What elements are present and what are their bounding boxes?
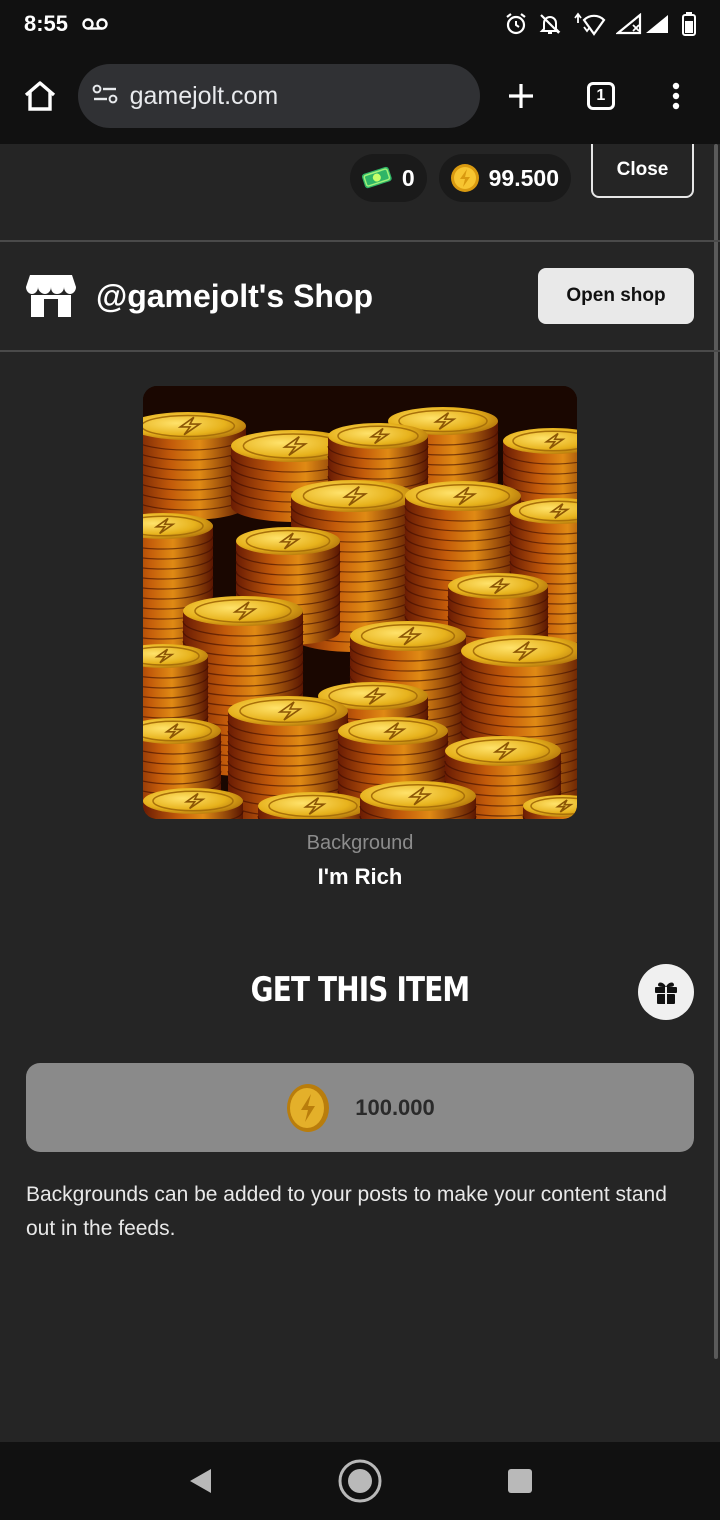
item-description: Backgrounds can be added to your posts t… — [26, 1183, 667, 1240]
battery-icon — [682, 12, 696, 36]
item-name: I'm Rich — [317, 864, 403, 889]
home-nav-button[interactable] — [330, 1451, 390, 1511]
url-text: gamejolt.com — [129, 81, 279, 110]
home-icon — [24, 81, 55, 111]
coin-icon — [450, 164, 479, 192]
gift-button[interactable] — [638, 964, 694, 1020]
coin-icon — [287, 1083, 330, 1132]
divider — [0, 350, 720, 352]
recents-icon — [508, 1469, 532, 1493]
navigation-bar — [0, 1442, 720, 1520]
shop-item-page: 0 99.500 Close @gamejolt's Shop Open sho… — [0, 144, 720, 1442]
status-time: 8:55 — [24, 11, 69, 36]
recents-button[interactable] — [490, 1451, 550, 1511]
joltbux-balance: 0 — [349, 154, 427, 202]
tabs-icon: 1 — [586, 82, 615, 110]
wifi-icon — [572, 12, 606, 36]
back-icon — [190, 1469, 211, 1493]
plus-icon — [509, 84, 534, 108]
shop-header: @gamejolt's Shop Open shop — [0, 242, 720, 350]
coin-amount: 99.500 — [488, 164, 559, 191]
tabs-button[interactable]: 1 — [577, 72, 624, 120]
coin-stacks-artwork — [143, 386, 577, 819]
store-icon — [26, 275, 76, 317]
price-amount: 100.000 — [355, 1094, 435, 1120]
close-button[interactable]: Close — [591, 144, 694, 198]
notifications-off-icon — [538, 12, 562, 36]
joltbux-amount: 0 — [401, 164, 415, 191]
new-tab-button[interactable] — [498, 72, 545, 120]
home-button[interactable] — [20, 76, 60, 116]
back-button[interactable] — [170, 1451, 230, 1511]
purchase-button[interactable]: 100.000 — [26, 1063, 694, 1152]
open-shop-button[interactable]: Open shop — [538, 268, 694, 324]
coin-balance: 99.500 — [438, 154, 571, 202]
joltbux-icon — [361, 166, 392, 189]
item-type: Background — [306, 832, 414, 854]
item-preview-image — [143, 386, 577, 819]
gift-icon — [655, 982, 677, 1004]
voicemail-icon — [82, 17, 108, 31]
signal-icon — [616, 13, 672, 35]
get-item-heading: GET THIS ITEM — [250, 970, 471, 1010]
more-vert-icon — [673, 82, 680, 110]
shop-title: @gamejolt's Shop — [96, 277, 374, 314]
wallet-row: 0 99.500 Close — [349, 144, 694, 240]
site-settings-icon[interactable] — [92, 83, 118, 110]
browser-toolbar: gamejolt.com 1 — [0, 48, 720, 144]
address-bar[interactable]: gamejolt.com — [77, 64, 480, 128]
browser-menu-button[interactable] — [653, 72, 700, 120]
home-circle-icon — [338, 1459, 382, 1503]
status-bar: 8:55 — [0, 0, 720, 48]
alarm-icon — [504, 12, 528, 36]
